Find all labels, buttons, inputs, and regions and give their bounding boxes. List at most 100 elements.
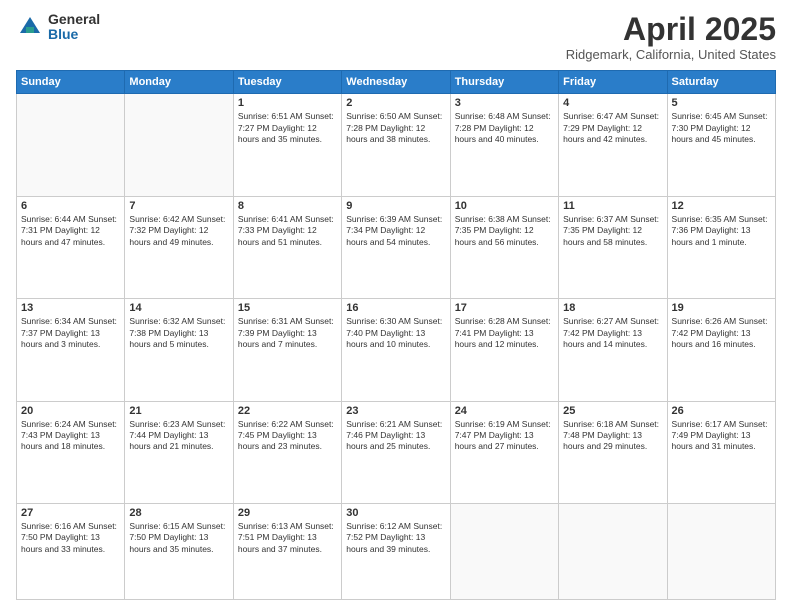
calendar-cell: 29 Sunrise: 6:13 AM Sunset: 7:51 PM Dayli…: [233, 503, 341, 599]
calendar-cell: 17 Sunrise: 6:28 AM Sunset: 7:41 PM Dayli…: [450, 299, 558, 401]
day-number: 27: [21, 507, 120, 519]
day-info: Sunrise: 6:32 AM Sunset: 7:38 PM Dayligh…: [129, 316, 228, 350]
day-number: 10: [455, 200, 554, 212]
calendar-cell: 11 Sunrise: 6:37 AM Sunset: 7:35 PM Dayli…: [559, 196, 667, 298]
calendar-cell: 6 Sunrise: 6:44 AM Sunset: 7:31 PM Daylig…: [17, 196, 125, 298]
calendar-cell: 23Sunrise: 6:21 AM Sunset: 7:46 PM Dayli…: [342, 401, 450, 503]
calendar-cell: 26 Sunrise: 6:17 AM Sunset: 7:49 PM Dayli…: [667, 401, 775, 503]
calendar-cell: 3 Sunrise: 6:48 AM Sunset: 7:28 PM Daylig…: [450, 94, 558, 196]
logo-blue-text: Blue: [48, 27, 100, 42]
day-number: 8: [238, 200, 337, 212]
day-number: 17: [455, 302, 554, 314]
day-number: 15: [238, 302, 337, 314]
calendar-cell: [667, 503, 775, 599]
day-info: Sunrise: 6:12 AM Sunset: 7:52 PM Dayligh…: [346, 521, 445, 555]
day-info: Sunrise: 6:37 AM Sunset: 7:35 PM Dayligh…: [563, 214, 662, 248]
day-info: Sunrise: 6:50 AM Sunset: 7:28 PM Dayligh…: [346, 111, 445, 145]
day-number: 28: [129, 507, 228, 519]
calendar-cell: 15Sunrise: 6:31 AM Sunset: 7:39 PM Dayli…: [233, 299, 341, 401]
calendar-cell: 20Sunrise: 6:24 AM Sunset: 7:43 PM Dayli…: [17, 401, 125, 503]
calendar-week-row: 1 Sunrise: 6:51 AM Sunset: 7:27 PM Daylig…: [17, 94, 776, 196]
logo: General Blue: [16, 12, 100, 43]
day-info: Sunrise: 6:38 AM Sunset: 7:35 PM Dayligh…: [455, 214, 554, 248]
calendar-cell: 22Sunrise: 6:22 AM Sunset: 7:45 PM Dayli…: [233, 401, 341, 503]
main-title: April 2025: [566, 12, 776, 47]
day-info: Sunrise: 6:47 AM Sunset: 7:29 PM Dayligh…: [563, 111, 662, 145]
calendar-week-row: 20Sunrise: 6:24 AM Sunset: 7:43 PM Dayli…: [17, 401, 776, 503]
calendar-cell: 18Sunrise: 6:27 AM Sunset: 7:42 PM Dayli…: [559, 299, 667, 401]
calendar-header-sunday: Sunday: [17, 71, 125, 94]
calendar-cell: 14Sunrise: 6:32 AM Sunset: 7:38 PM Dayli…: [125, 299, 233, 401]
calendar-cell: 12 Sunrise: 6:35 AM Sunset: 7:36 PM Dayli…: [667, 196, 775, 298]
day-number: 6: [21, 200, 120, 212]
calendar-header-thursday: Thursday: [450, 71, 558, 94]
day-info: Sunrise: 6:27 AM Sunset: 7:42 PM Dayligh…: [563, 316, 662, 350]
calendar-cell: 16 Sunrise: 6:30 AM Sunset: 7:40 PM Dayli…: [342, 299, 450, 401]
calendar-cell: [125, 94, 233, 196]
calendar-header-tuesday: Tuesday: [233, 71, 341, 94]
calendar-table: SundayMondayTuesdayWednesdayThursdayFrid…: [16, 70, 776, 600]
calendar-week-row: 6 Sunrise: 6:44 AM Sunset: 7:31 PM Daylig…: [17, 196, 776, 298]
calendar-cell: 13Sunrise: 6:34 AM Sunset: 7:37 PM Dayli…: [17, 299, 125, 401]
day-info: Sunrise: 6:18 AM Sunset: 7:48 PM Dayligh…: [563, 419, 662, 453]
day-info: Sunrise: 6:13 AM Sunset: 7:51 PM Dayligh…: [238, 521, 337, 555]
calendar-cell: 10 Sunrise: 6:38 AM Sunset: 7:35 PM Dayli…: [450, 196, 558, 298]
day-info: Sunrise: 6:15 AM Sunset: 7:50 PM Dayligh…: [129, 521, 228, 555]
calendar-header-monday: Monday: [125, 71, 233, 94]
day-number: 26: [672, 405, 771, 417]
day-number: 19: [672, 302, 771, 314]
day-number: 11: [563, 200, 662, 212]
day-number: 12: [672, 200, 771, 212]
day-info: Sunrise: 6:51 AM Sunset: 7:27 PM Dayligh…: [238, 111, 337, 145]
title-block: April 2025 Ridgemark, California, United…: [566, 12, 776, 62]
calendar-header-row: SundayMondayTuesdayWednesdayThursdayFrid…: [17, 71, 776, 94]
day-info: Sunrise: 6:17 AM Sunset: 7:49 PM Dayligh…: [672, 419, 771, 453]
day-info: Sunrise: 6:44 AM Sunset: 7:31 PM Dayligh…: [21, 214, 120, 248]
day-info: Sunrise: 6:34 AM Sunset: 7:37 PM Dayligh…: [21, 316, 120, 350]
page: General Blue April 2025 Ridgemark, Calif…: [0, 0, 792, 612]
day-number: 25: [563, 405, 662, 417]
calendar-cell: 1 Sunrise: 6:51 AM Sunset: 7:27 PM Daylig…: [233, 94, 341, 196]
day-number: 9: [346, 200, 445, 212]
day-info: Sunrise: 6:48 AM Sunset: 7:28 PM Dayligh…: [455, 111, 554, 145]
day-info: Sunrise: 6:24 AM Sunset: 7:43 PM Dayligh…: [21, 419, 120, 453]
calendar-cell: [450, 503, 558, 599]
day-info: Sunrise: 6:22 AM Sunset: 7:45 PM Dayligh…: [238, 419, 337, 453]
day-number: 5: [672, 97, 771, 109]
calendar-cell: 25 Sunrise: 6:18 AM Sunset: 7:48 PM Dayli…: [559, 401, 667, 503]
logo-general-text: General: [48, 12, 100, 27]
day-info: Sunrise: 6:23 AM Sunset: 7:44 PM Dayligh…: [129, 419, 228, 453]
calendar-week-row: 13Sunrise: 6:34 AM Sunset: 7:37 PM Dayli…: [17, 299, 776, 401]
calendar-cell: 24Sunrise: 6:19 AM Sunset: 7:47 PM Dayli…: [450, 401, 558, 503]
calendar-cell: 9Sunrise: 6:39 AM Sunset: 7:34 PM Daylig…: [342, 196, 450, 298]
day-info: Sunrise: 6:28 AM Sunset: 7:41 PM Dayligh…: [455, 316, 554, 350]
day-number: 2: [346, 97, 445, 109]
day-info: Sunrise: 6:45 AM Sunset: 7:30 PM Dayligh…: [672, 111, 771, 145]
calendar-cell: 30 Sunrise: 6:12 AM Sunset: 7:52 PM Dayli…: [342, 503, 450, 599]
calendar-cell: [17, 94, 125, 196]
day-info: Sunrise: 6:42 AM Sunset: 7:32 PM Dayligh…: [129, 214, 228, 248]
day-info: Sunrise: 6:16 AM Sunset: 7:50 PM Dayligh…: [21, 521, 120, 555]
logo-text: General Blue: [48, 12, 100, 43]
day-number: 4: [563, 97, 662, 109]
calendar-header-saturday: Saturday: [667, 71, 775, 94]
calendar-header-wednesday: Wednesday: [342, 71, 450, 94]
subtitle: Ridgemark, California, United States: [566, 47, 776, 62]
day-number: 29: [238, 507, 337, 519]
day-number: 30: [346, 507, 445, 519]
day-number: 1: [238, 97, 337, 109]
calendar-header-friday: Friday: [559, 71, 667, 94]
header: General Blue April 2025 Ridgemark, Calif…: [16, 12, 776, 62]
calendar-week-row: 27 Sunrise: 6:16 AM Sunset: 7:50 PM Dayli…: [17, 503, 776, 599]
day-number: 7: [129, 200, 228, 212]
day-info: Sunrise: 6:35 AM Sunset: 7:36 PM Dayligh…: [672, 214, 771, 248]
calendar-cell: 28 Sunrise: 6:15 AM Sunset: 7:50 PM Dayli…: [125, 503, 233, 599]
day-number: 3: [455, 97, 554, 109]
calendar-cell: 8Sunrise: 6:41 AM Sunset: 7:33 PM Daylig…: [233, 196, 341, 298]
day-info: Sunrise: 6:21 AM Sunset: 7:46 PM Dayligh…: [346, 419, 445, 453]
calendar-cell: 2 Sunrise: 6:50 AM Sunset: 7:28 PM Daylig…: [342, 94, 450, 196]
day-info: Sunrise: 6:26 AM Sunset: 7:42 PM Dayligh…: [672, 316, 771, 350]
calendar-cell: 4 Sunrise: 6:47 AM Sunset: 7:29 PM Daylig…: [559, 94, 667, 196]
day-number: 16: [346, 302, 445, 314]
day-info: Sunrise: 6:30 AM Sunset: 7:40 PM Dayligh…: [346, 316, 445, 350]
